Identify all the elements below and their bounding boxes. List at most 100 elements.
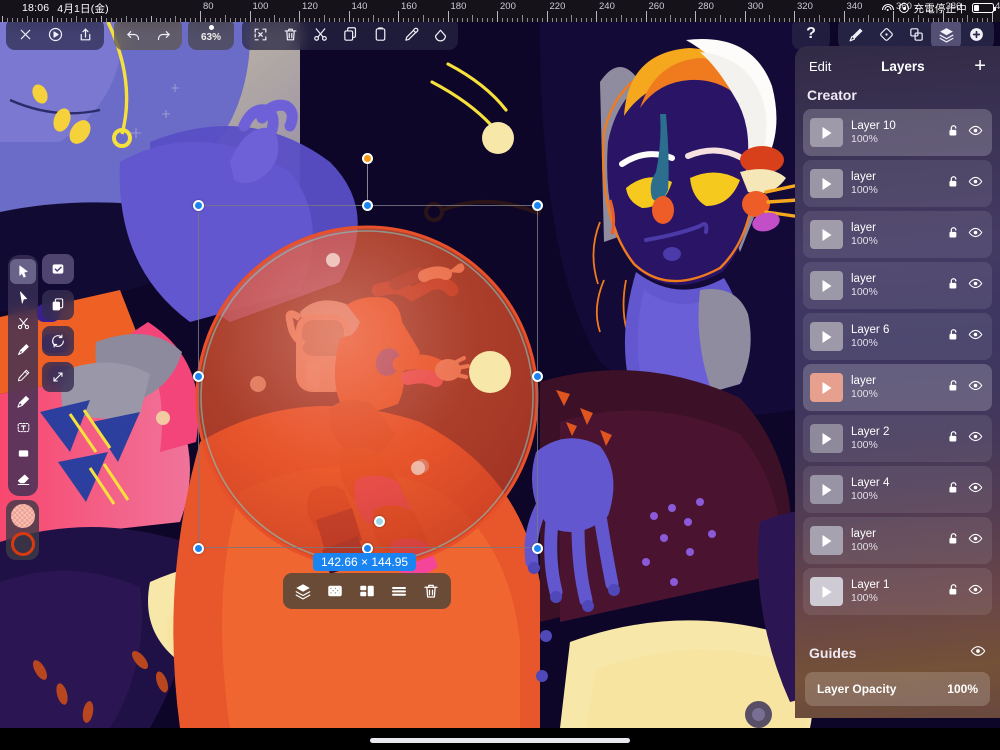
layer-opacity: 100%	[851, 286, 946, 299]
layers-edit-button[interactable]: Edit	[809, 59, 831, 74]
eye-icon[interactable]	[968, 225, 983, 245]
unlock-icon[interactable]	[946, 480, 961, 500]
stroke-color-swatch[interactable]	[11, 532, 35, 556]
layer-row[interactable]: Layer 2100%	[803, 415, 992, 462]
eye-icon[interactable]	[968, 429, 983, 449]
effects-panel-button[interactable]	[871, 19, 901, 49]
eye-icon[interactable]	[968, 480, 983, 500]
layer-meta: layer100%	[851, 374, 946, 402]
eye-icon[interactable]	[968, 123, 983, 143]
layer-row[interactable]: layer100%	[803, 262, 992, 309]
unlock-icon[interactable]	[946, 531, 961, 551]
layer-opacity-value: 100%	[947, 682, 978, 696]
layers-panel-button[interactable]	[931, 19, 961, 49]
layer-name: layer	[851, 170, 946, 184]
tool-eraser[interactable]	[10, 467, 36, 492]
align-button[interactable]	[351, 576, 383, 606]
tool-text[interactable]	[10, 415, 36, 440]
tool-marker[interactable]	[10, 389, 36, 414]
tool-select-arrow[interactable]	[10, 259, 36, 284]
eye-icon[interactable]	[968, 174, 983, 194]
delete-selection-button[interactable]	[415, 576, 447, 606]
unlock-icon[interactable]	[946, 225, 961, 245]
layer-thumbnail[interactable]	[810, 220, 843, 249]
layer-thumbnail[interactable]	[810, 322, 843, 351]
layer-row[interactable]: layer100%	[803, 517, 992, 564]
arrange-layers-button[interactable]	[287, 576, 319, 606]
help-button[interactable]: ?	[796, 19, 826, 49]
cut-button[interactable]	[305, 19, 335, 49]
layer-thumbnail[interactable]	[810, 118, 843, 147]
share-button[interactable]	[70, 19, 100, 49]
layer-thumbnail[interactable]	[810, 577, 843, 606]
layer-row[interactable]: layer100%	[803, 364, 992, 411]
flip-rotate-button[interactable]	[42, 326, 74, 356]
unlock-icon[interactable]	[946, 378, 961, 398]
deselect-button[interactable]	[245, 19, 275, 49]
eye-icon[interactable]	[968, 378, 983, 398]
layer-thumbnail[interactable]	[810, 475, 843, 504]
tool-rectangle[interactable]	[10, 441, 36, 466]
guides-row[interactable]: Guides	[795, 635, 1000, 668]
layer-row[interactable]: Layer 6100%	[803, 313, 992, 360]
eye-icon[interactable]	[968, 276, 983, 296]
eye-icon[interactable]	[968, 327, 983, 347]
unlock-icon[interactable]	[946, 276, 961, 296]
fill-button[interactable]	[425, 19, 455, 49]
layers-list[interactable]: Layer 10100%layer100%layer100%layer100%L…	[795, 109, 1000, 635]
layer-thumbnail[interactable]	[810, 271, 843, 300]
list-options-button[interactable]	[383, 576, 415, 606]
redo-button[interactable]	[148, 19, 178, 49]
unlock-icon[interactable]	[946, 429, 961, 449]
close-button[interactable]	[10, 19, 40, 49]
unlock-icon[interactable]	[946, 327, 961, 347]
layer-icons	[946, 531, 985, 551]
confirm-button[interactable]	[42, 254, 74, 284]
preview-button[interactable]	[40, 19, 70, 49]
layer-opacity-row[interactable]: Layer Opacity 100%	[805, 672, 990, 706]
tool-scissors[interactable]	[10, 311, 36, 336]
shapes-panel-button[interactable]	[901, 19, 931, 49]
layer-row[interactable]: layer100%	[803, 160, 992, 207]
transparency-button[interactable]	[319, 576, 351, 606]
horizontal-ruler[interactable]: 0204060801001201401601802002202402602803…	[0, 0, 1000, 22]
layer-thumb-play-icon	[822, 331, 831, 343]
layer-thumbnail[interactable]	[810, 169, 843, 198]
delete-button[interactable]	[275, 19, 305, 49]
zoom-level-button[interactable]: 63%	[191, 19, 231, 49]
eye-icon[interactable]	[968, 531, 983, 551]
layer-row[interactable]: layer100%	[803, 211, 992, 258]
home-indicator[interactable]	[370, 738, 630, 743]
layer-thumbnail[interactable]	[810, 373, 843, 402]
drawing-app-window: 142.66 × 144.95	[0, 0, 1000, 750]
fill-color-swatch[interactable]	[11, 504, 35, 528]
paste-button[interactable]	[365, 19, 395, 49]
history-group	[114, 18, 182, 50]
add-layer-button[interactable]: +	[974, 56, 986, 76]
eye-icon[interactable]	[968, 582, 983, 602]
layer-name: layer	[851, 221, 946, 235]
layer-row[interactable]: Layer 10100%	[803, 109, 992, 156]
brush-panel-button[interactable]	[841, 19, 871, 49]
layer-row[interactable]: Layer 1100%	[803, 568, 992, 615]
tool-brush[interactable]	[10, 337, 36, 362]
unlock-icon[interactable]	[946, 123, 961, 143]
guides-visibility-icon[interactable]	[970, 643, 986, 662]
duplicate-button[interactable]	[42, 290, 74, 320]
unlock-icon[interactable]	[946, 582, 961, 602]
layer-group-name[interactable]: Creator	[795, 82, 1000, 109]
undo-button[interactable]	[118, 19, 148, 49]
layer-thumbnail[interactable]	[810, 424, 843, 453]
resize-button[interactable]	[42, 362, 74, 392]
selection-context-toolbar[interactable]	[283, 573, 451, 609]
add-button[interactable]	[961, 19, 991, 49]
tool-pencil[interactable]	[10, 363, 36, 388]
copy-button[interactable]	[335, 19, 365, 49]
unlock-icon[interactable]	[946, 174, 961, 194]
layer-row[interactable]: Layer 4100%	[803, 466, 992, 513]
layer-thumbnail[interactable]	[810, 526, 843, 555]
eyedropper-button[interactable]	[395, 19, 425, 49]
tool-direct-select[interactable]	[10, 285, 36, 310]
layer-icons	[946, 378, 985, 398]
canvas-rotation-knob[interactable]	[745, 701, 772, 728]
